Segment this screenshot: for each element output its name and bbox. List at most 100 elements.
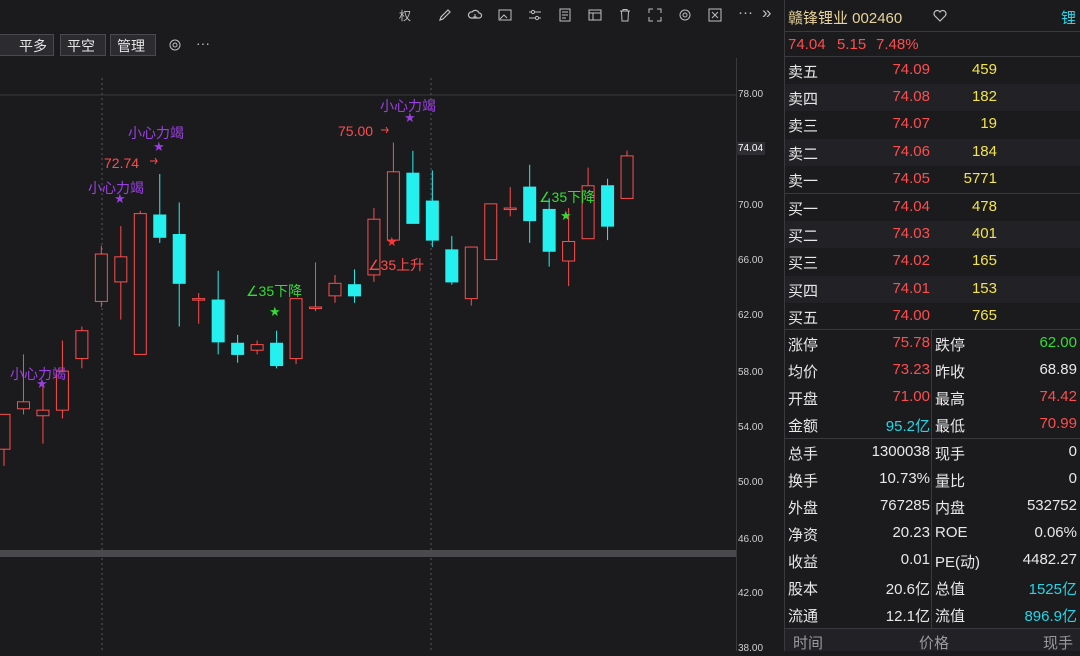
- stat-row: 外盘 767285 内盘 532752: [788, 497, 1077, 517]
- candle-body: [0, 413, 11, 450]
- gear-icon[interactable]: [167, 38, 183, 54]
- stat-row: 涨停 75.78 跌停 62.00: [788, 334, 1077, 354]
- stat-row: 净资 20.23 ROE 0.06%: [788, 524, 1077, 544]
- bid-row[interactable]: 买三 74.02 165: [785, 248, 1080, 275]
- axis-tick: 58.00: [738, 367, 764, 378]
- volume-header[interactable]: 现手: [1043, 632, 1073, 653]
- chart-canvas[interactable]: 小心力竭 小心力竭 小心力竭 小心力竭 72.74 75.00 ∠35下降 ∠3…: [0, 58, 740, 651]
- axis-tick: 78.00: [738, 89, 764, 100]
- candle-body: [542, 208, 556, 252]
- quote-panel: 赣锋锂业 002460 锂 74.04 5.15 7.48% 卖五 74.09 45…: [785, 0, 1080, 653]
- star-marker: ★: [36, 376, 48, 391]
- price-marker-label: 75.00: [338, 123, 373, 139]
- candlestick-chart[interactable]: 小心力竭 小心力竭 小心力竭 小心力竭 72.74 75.00 ∠35下降 ∠3…: [0, 58, 740, 651]
- axis-tick: 46.00: [738, 534, 764, 545]
- candle-body: [347, 284, 361, 297]
- ask-row[interactable]: 卖三 74.07 19: [785, 111, 1080, 138]
- axis-tick: 38.00: [738, 643, 764, 654]
- last-price: 74.04: [788, 36, 826, 53]
- candle-body: [75, 330, 89, 360]
- star-marker: ★: [269, 304, 281, 319]
- pane-divider: [0, 550, 736, 557]
- fullscreen-icon[interactable]: [647, 7, 663, 23]
- heart-icon[interactable]: [933, 9, 947, 22]
- signal-label: ∠35下降: [246, 283, 302, 299]
- axis-tick: 50.00: [738, 477, 764, 488]
- annotations-group: 小心力竭 小心力竭 小心力竭 小心力竭 72.74 75.00 ∠35下降 ∠3…: [10, 98, 595, 391]
- stat-row: 流通 12.1亿 流值 896.9亿: [788, 608, 1077, 625]
- candle-body: [250, 344, 264, 351]
- stock-title: 赣锋锂业 002460: [788, 10, 903, 27]
- settings-icon[interactable]: [677, 7, 693, 23]
- stat-row: 换手 10.73% 量比 0: [788, 470, 1077, 490]
- candle-body: [133, 213, 147, 355]
- ask-row[interactable]: 卖四 74.08 182: [785, 84, 1080, 111]
- top-toolbar: 权 ··· »: [0, 0, 784, 32]
- pencil-icon[interactable]: [437, 7, 453, 23]
- axis-tick: 54.00: [738, 422, 764, 433]
- axis-tick: 66.00: [738, 255, 764, 266]
- bid-row[interactable]: 买四 74.01 153: [785, 276, 1080, 303]
- candle-body: [231, 342, 245, 355]
- ask-row[interactable]: 卖二 74.06 184: [785, 139, 1080, 166]
- signal-label: ∠35下降: [539, 189, 595, 205]
- price-change: 5.15: [837, 36, 867, 53]
- bid-row[interactable]: 买二 74.03 401: [785, 221, 1080, 248]
- price-change-pct: 7.48%: [876, 36, 919, 53]
- candle-body: [172, 234, 186, 284]
- document-icon[interactable]: [557, 7, 573, 23]
- stat-row: 均价 73.23 昨收 68.89: [788, 361, 1077, 381]
- manage-button[interactable]: 管理: [110, 34, 156, 56]
- signal-label: ∠35上升: [368, 257, 424, 273]
- candle-body: [406, 172, 420, 224]
- bid-row[interactable]: 买五 74.00 765: [785, 303, 1080, 330]
- sliders-icon[interactable]: [527, 7, 543, 23]
- star-marker: ★: [560, 208, 572, 223]
- candle-body: [192, 298, 206, 301]
- axis-tick: 70.00: [738, 200, 764, 211]
- price-marker-arrow: [381, 126, 389, 134]
- stat-row: 股本 20.6亿 总值 1525亿: [788, 581, 1077, 598]
- close-short-button[interactable]: 平空: [60, 34, 106, 56]
- sector-tag[interactable]: 锂: [1061, 7, 1076, 28]
- stat-row: 金额 95.2亿 最低 70.99: [788, 415, 1077, 435]
- close-long-button[interactable]: 平多: [0, 34, 54, 56]
- price-header[interactable]: 价格: [919, 632, 949, 653]
- price-axis: 78.00 74.04 70.00 66.00 62.00 58.00 54.0…: [736, 58, 784, 654]
- layout-icon[interactable]: [587, 7, 603, 23]
- more-menu-button[interactable]: ···: [738, 4, 753, 21]
- candle-body: [289, 298, 303, 360]
- trash-icon[interactable]: [617, 7, 633, 23]
- candle-body: [425, 200, 439, 241]
- axis-tick: 42.00: [738, 588, 764, 599]
- collapse-panel-button[interactable]: »: [762, 3, 771, 23]
- close-window-icon[interactable]: [707, 7, 723, 23]
- time-header[interactable]: 时间: [793, 632, 823, 653]
- trade-toolbar: 平多 平空 管理 ···: [0, 32, 784, 58]
- candle-body: [36, 409, 50, 417]
- candle-body: [386, 171, 400, 241]
- candle-body: [484, 203, 498, 261]
- candle-body: [270, 342, 284, 367]
- candle-body: [464, 246, 478, 300]
- current-price-tick: 74.04: [736, 142, 766, 155]
- candle-body: [16, 401, 30, 410]
- cloud-download-icon[interactable]: [467, 7, 483, 23]
- candle-body: [503, 207, 517, 211]
- stat-row: 总手 1300038 现手 0: [788, 443, 1077, 463]
- image-icon[interactable]: [497, 7, 513, 23]
- bid-row[interactable]: 买一 74.04 478: [785, 194, 1080, 221]
- candle-body: [211, 299, 225, 343]
- star-marker: ★: [114, 191, 126, 206]
- ask-row[interactable]: 卖五 74.09 459: [785, 57, 1080, 84]
- trades-header: 时间 价格 现手: [785, 629, 1080, 653]
- rights-toggle[interactable]: 权: [399, 7, 411, 24]
- price-marker-arrow: [150, 157, 158, 165]
- candle-body: [114, 256, 128, 283]
- candle-body: [94, 253, 108, 302]
- star-marker: ★: [386, 234, 398, 249]
- toolbar-more-button[interactable]: ···: [196, 35, 210, 51]
- ask-row[interactable]: 卖一 74.05 5771: [785, 166, 1080, 193]
- axis-tick: 62.00: [738, 310, 764, 321]
- candle-body: [562, 240, 576, 262]
